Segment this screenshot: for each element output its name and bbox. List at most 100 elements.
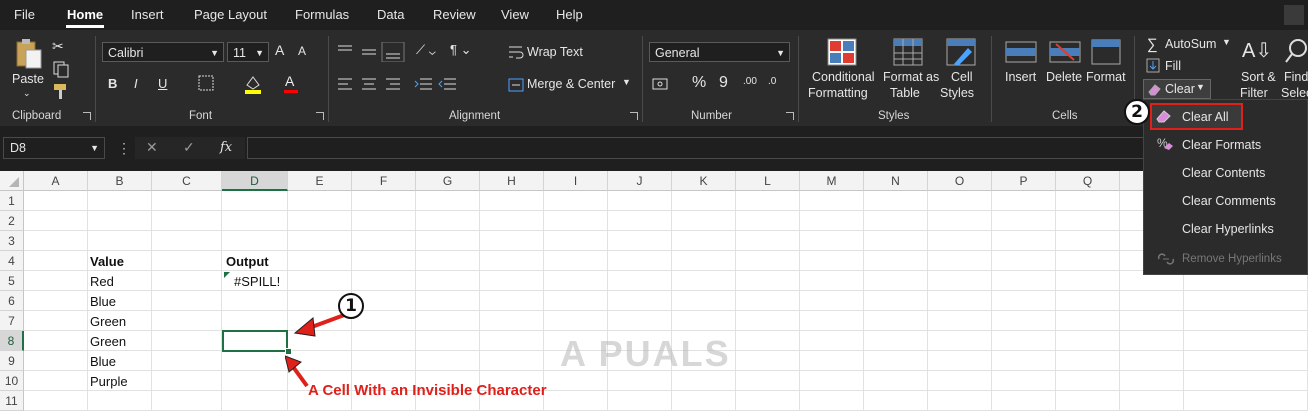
column-header-g[interactable]: G [416, 171, 480, 191]
autosum-chevron-icon[interactable]: ▼ [1222, 37, 1231, 47]
grow-font-button[interactable]: A [275, 42, 284, 58]
column-header-a[interactable]: A [24, 171, 88, 191]
borders-icon[interactable] [198, 75, 214, 91]
row-header-6[interactable]: 6 [0, 291, 24, 311]
row-header-11[interactable]: 11 [0, 391, 24, 411]
menu-clear-formats[interactable]: Clear Formats [1182, 138, 1261, 152]
font-name-dropdown[interactable]: Calibri ▼ [102, 42, 224, 62]
underline-button[interactable]: U [158, 76, 167, 91]
find-select-label[interactable]: Find [1284, 70, 1308, 84]
insert-function-icon[interactable]: fx [220, 140, 232, 155]
column-header-f[interactable]: F [352, 171, 416, 191]
cell-b6[interactable]: Blue [90, 292, 116, 312]
fill-color-icon[interactable] [243, 73, 263, 95]
menu-clear-contents[interactable]: Clear Contents [1182, 166, 1265, 180]
clear-button-label[interactable]: Clear [1165, 82, 1195, 96]
menu-clear-hyperlinks[interactable]: Clear Hyperlinks [1182, 222, 1274, 236]
enter-icon[interactable]: ✓ [183, 139, 195, 156]
copy-icon[interactable] [52, 60, 74, 78]
cell-d4[interactable]: Output [226, 252, 269, 272]
row-header-3[interactable]: 3 [0, 231, 24, 251]
conditional-formatting-label-2[interactable]: Formatting [808, 86, 868, 100]
merge-center-icon[interactable] [508, 77, 524, 93]
row-header-8[interactable]: 8 [0, 331, 24, 351]
column-header-o[interactable]: O [928, 171, 992, 191]
column-header-l[interactable]: L [736, 171, 800, 191]
bold-button[interactable]: B [108, 76, 117, 91]
paragraph-direction-icon[interactable]: ¶ ⌄ [450, 42, 472, 58]
format-cells-label[interactable]: Format [1086, 70, 1126, 84]
row-header-7[interactable]: 7 [0, 311, 24, 331]
font-size-dropdown[interactable]: 11 ▼ [227, 42, 269, 62]
decrease-decimal-button[interactable]: .0 [768, 76, 776, 87]
delete-cells-icon[interactable] [1048, 38, 1082, 66]
column-header-b[interactable]: B [88, 171, 152, 191]
merge-center-button[interactable]: Merge & Center [527, 77, 615, 91]
wrap-text-icon[interactable] [508, 44, 524, 60]
conditional-formatting-icon[interactable] [827, 38, 859, 68]
row-header-10[interactable]: 10 [0, 371, 24, 391]
column-header-k[interactable]: K [672, 171, 736, 191]
row-header-4[interactable]: 4 [0, 251, 24, 271]
number-format-dropdown[interactable]: General ▼ [649, 42, 790, 62]
clipboard-launcher-icon[interactable] [83, 112, 91, 120]
delete-cells-label[interactable]: Delete [1046, 70, 1082, 84]
number-launcher-icon[interactable] [786, 112, 794, 120]
ribbon-collapse-button[interactable] [1284, 5, 1304, 25]
selected-cell-d8[interactable] [222, 330, 288, 352]
find-select-icon[interactable] [1284, 38, 1308, 66]
font-launcher-icon[interactable] [316, 112, 324, 120]
menu-view[interactable]: View [501, 7, 529, 22]
accounting-format-icon[interactable] [652, 76, 678, 92]
menu-clear-all[interactable]: Clear All [1182, 110, 1229, 124]
autosum-button[interactable]: AutoSum [1165, 37, 1216, 51]
eraser-icon[interactable] [1147, 82, 1163, 96]
comma-style-button[interactable]: 9 [719, 74, 728, 92]
percent-style-button[interactable]: % [692, 74, 706, 92]
format-as-table-label-2[interactable]: Table [890, 86, 920, 100]
menu-formulas[interactable]: Formulas [295, 7, 349, 22]
row-header-5[interactable]: 5 [0, 271, 24, 291]
sort-filter-label-2[interactable]: Filter [1240, 86, 1268, 100]
format-as-table-icon[interactable] [893, 38, 925, 68]
fill-button[interactable]: Fill [1165, 59, 1181, 73]
paste-icon[interactable] [14, 38, 44, 70]
cancel-icon[interactable]: ✕ [146, 139, 158, 156]
column-header-m[interactable]: M [800, 171, 864, 191]
name-box[interactable]: D8 ▼ [3, 137, 105, 159]
cell-b7[interactable]: Green [90, 312, 126, 332]
insert-cells-icon[interactable] [1004, 38, 1038, 66]
format-painter-icon[interactable] [52, 82, 70, 100]
italic-button[interactable]: I [134, 76, 138, 91]
menu-page-layout[interactable]: Page Layout [194, 7, 267, 22]
column-header-h[interactable]: H [480, 171, 544, 191]
cell-b9[interactable]: Blue [90, 352, 116, 372]
cell-styles-label-2[interactable]: Styles [940, 86, 974, 100]
format-as-table-label[interactable]: Format as [883, 70, 939, 84]
cell-styles-icon[interactable] [946, 38, 978, 68]
find-select-label-2[interactable]: Selec [1281, 86, 1308, 100]
cell-d5[interactable]: #SPILL! [234, 272, 280, 292]
menu-clear-comments[interactable]: Clear Comments [1182, 194, 1276, 208]
menu-review[interactable]: Review [433, 7, 476, 22]
sort-filter-icon[interactable]: A⇩ [1242, 38, 1272, 63]
shrink-font-button[interactable]: A [298, 44, 306, 58]
menu-file[interactable]: File [14, 7, 35, 22]
autosum-icon[interactable]: ∑ [1147, 36, 1158, 53]
cell-b8[interactable]: Green [90, 332, 126, 352]
conditional-formatting-label[interactable]: Conditional [812, 70, 875, 84]
cut-icon[interactable]: ✂ [52, 38, 64, 55]
paste-label[interactable]: Paste [12, 72, 44, 86]
clear-chevron-icon[interactable]: ▼ [1196, 82, 1205, 92]
vertical-align-icons[interactable] [336, 42, 406, 62]
column-header-q[interactable]: Q [1056, 171, 1120, 191]
cell-b5[interactable]: Red [90, 272, 114, 292]
formula-bar-options-icon[interactable]: ⋮ [117, 140, 131, 157]
indent-icons[interactable] [414, 76, 462, 92]
row-header-9[interactable]: 9 [0, 351, 24, 371]
menu-data[interactable]: Data [377, 7, 404, 22]
orientation-icon[interactable]: ⟋ ⌄ [416, 42, 436, 58]
wrap-text-button[interactable]: Wrap Text [527, 45, 583, 59]
insert-cells-label[interactable]: Insert [1005, 70, 1036, 84]
horizontal-align-icons[interactable] [336, 76, 406, 92]
